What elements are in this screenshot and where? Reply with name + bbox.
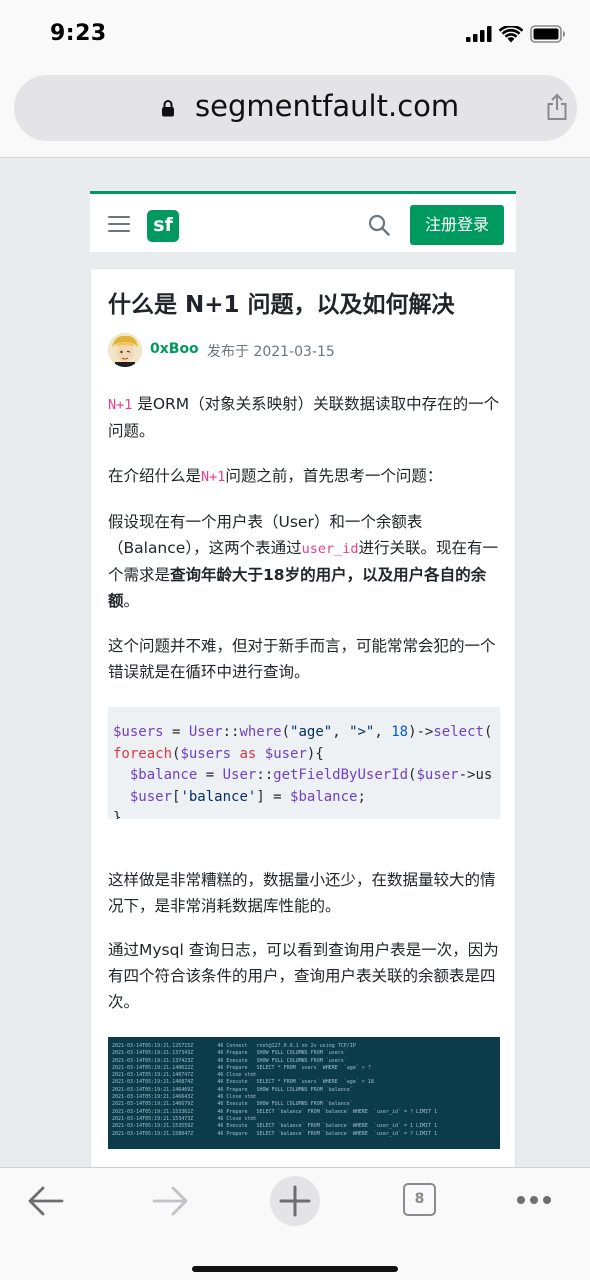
- paragraph-text: 问题之前，首先思考一个问题：: [225, 467, 443, 485]
- code-line: foreach($users as $user){: [113, 745, 324, 762]
- address-bar[interactable]: segmentfault.com: [14, 75, 577, 141]
- log-line: 2021-03-14T05:19:21.158047Z 46 Prepare S…: [112, 1130, 438, 1137]
- log-line: 2021-03-14T05:19:21.137423Z 46 Execute S…: [112, 1057, 347, 1064]
- plus-icon: [279, 1185, 311, 1217]
- code-block: $users = User::where("age", ">", 18)->se…: [108, 707, 500, 819]
- share-icon[interactable]: [546, 93, 568, 121]
- avatar-image-icon: [108, 333, 142, 367]
- paragraph-5: 这样做是非常糟糕的，数据量小还少，在数据量较大的情况下，是非常消耗数据库性能的。: [108, 871, 496, 915]
- hamburger-menu-icon[interactable]: [108, 216, 130, 234]
- status-bar: 9:23: [0, 0, 590, 70]
- inline-code: user_id: [301, 541, 359, 557]
- home-indicator: [192, 1266, 398, 1272]
- url-text[interactable]: segmentfault.com: [195, 89, 459, 123]
- paragraph-4: 这个问题并不难，但对于新手而言，可能常常会犯的一个错误就是在循环中进行查询。: [108, 637, 496, 681]
- search-icon[interactable]: [368, 214, 390, 236]
- avatar[interactable]: [108, 333, 142, 367]
- more-options-icon[interactable]: [512, 1192, 556, 1208]
- browser-address-area: segmentfault.com: [0, 70, 590, 158]
- cellular-signal-icon: [466, 26, 492, 42]
- author-name[interactable]: 0xBoo: [150, 341, 199, 357]
- log-line: 2021-03-14T05:19:21.153362Z 46 Prepare S…: [112, 1108, 438, 1115]
- site-header: sf 注册登录: [90, 191, 516, 252]
- status-icons: [466, 25, 566, 43]
- sf-logo[interactable]: sf: [147, 210, 179, 242]
- publish-date: 发布于 2021-03-15: [207, 344, 335, 360]
- inline-code: N+1: [108, 397, 133, 413]
- browser-toolbar: 8: [0, 1167, 590, 1280]
- lock-icon: [162, 100, 174, 117]
- code-line: $users = User::where("age", ">", 18)->se…: [113, 724, 493, 740]
- log-line: 2021-03-14T05:19:21.153473Z 46 Close stm…: [112, 1115, 257, 1122]
- code-line: }: [113, 810, 122, 819]
- inline-code: N+1: [201, 469, 226, 485]
- paragraph-3: 假设现在有一个用户表（User）和一个余额表（Balance），这两个表通过us…: [108, 509, 502, 614]
- log-line: 2021-03-14T05:19:21.140747Z 46 Close stm…: [112, 1072, 257, 1079]
- paragraph-text: 是ORM（对象关系映射）关联数据读取中存在的一个问题。: [108, 395, 500, 440]
- code-line: $balance = User::getFieldByUserId($user-…: [129, 767, 493, 783]
- log-line: 2021-03-14T05:19:21.137343Z 46 Prepare S…: [112, 1050, 347, 1057]
- log-line: 2021-03-14T05:19:21.140874Z 46 Execute S…: [112, 1079, 374, 1086]
- log-line: 2021-03-14T05:19:21.153559Z 46 Execute S…: [112, 1123, 438, 1130]
- paragraph-6: 通过Mysql 查询日志，可以看到查询用户表是一次，因为有四个符合该条件的用户，…: [108, 941, 499, 1011]
- battery-icon: [530, 25, 565, 43]
- paragraph-text: 在介绍什么是: [108, 467, 202, 485]
- forward-arrow-icon[interactable]: [140, 1182, 200, 1246]
- status-time: 9:23: [50, 21, 107, 46]
- log-line: 2021-03-14T05:19:21.125715Z 46 Connect r…: [112, 1043, 356, 1049]
- tab-switcher-button[interactable]: 8: [403, 1183, 436, 1216]
- log-line: 2021-03-14T05:19:21.146679Z 46 Execute S…: [112, 1101, 353, 1108]
- log-line: 2021-03-14T05:19:21.146469Z 46 Prepare S…: [112, 1086, 353, 1093]
- log-line: 2021-03-14T05:19:21.140622Z 46 Prepare S…: [112, 1064, 371, 1071]
- log-line: 2021-03-14T05:19:21.146643Z 46 Close stm…: [112, 1094, 257, 1101]
- back-arrow-icon[interactable]: [16, 1182, 76, 1246]
- paragraph-1: N+1 是ORM（对象关系映射）关联数据读取中存在的一个问题。: [108, 391, 502, 444]
- article-card: 什么是 N+1 问题，以及如何解决 0xBoo 发布于 2021-03-15 N…: [90, 268, 516, 1168]
- new-tab-button[interactable]: [270, 1176, 320, 1226]
- mysql-log-screenshot: 2021-03-14T05:19:21.125715Z 46 Connect r…: [108, 1037, 500, 1149]
- wifi-icon: [499, 25, 523, 42]
- code-line: $user['balance'] = $balance;: [129, 788, 366, 805]
- paragraph-text: 。: [123, 592, 140, 610]
- article-title: 什么是 N+1 问题，以及如何解决: [108, 292, 455, 318]
- paragraph-2: 在介绍什么是N+1问题之前，首先思考一个问题：: [108, 463, 502, 490]
- register-login-button[interactable]: 注册登录: [410, 205, 504, 245]
